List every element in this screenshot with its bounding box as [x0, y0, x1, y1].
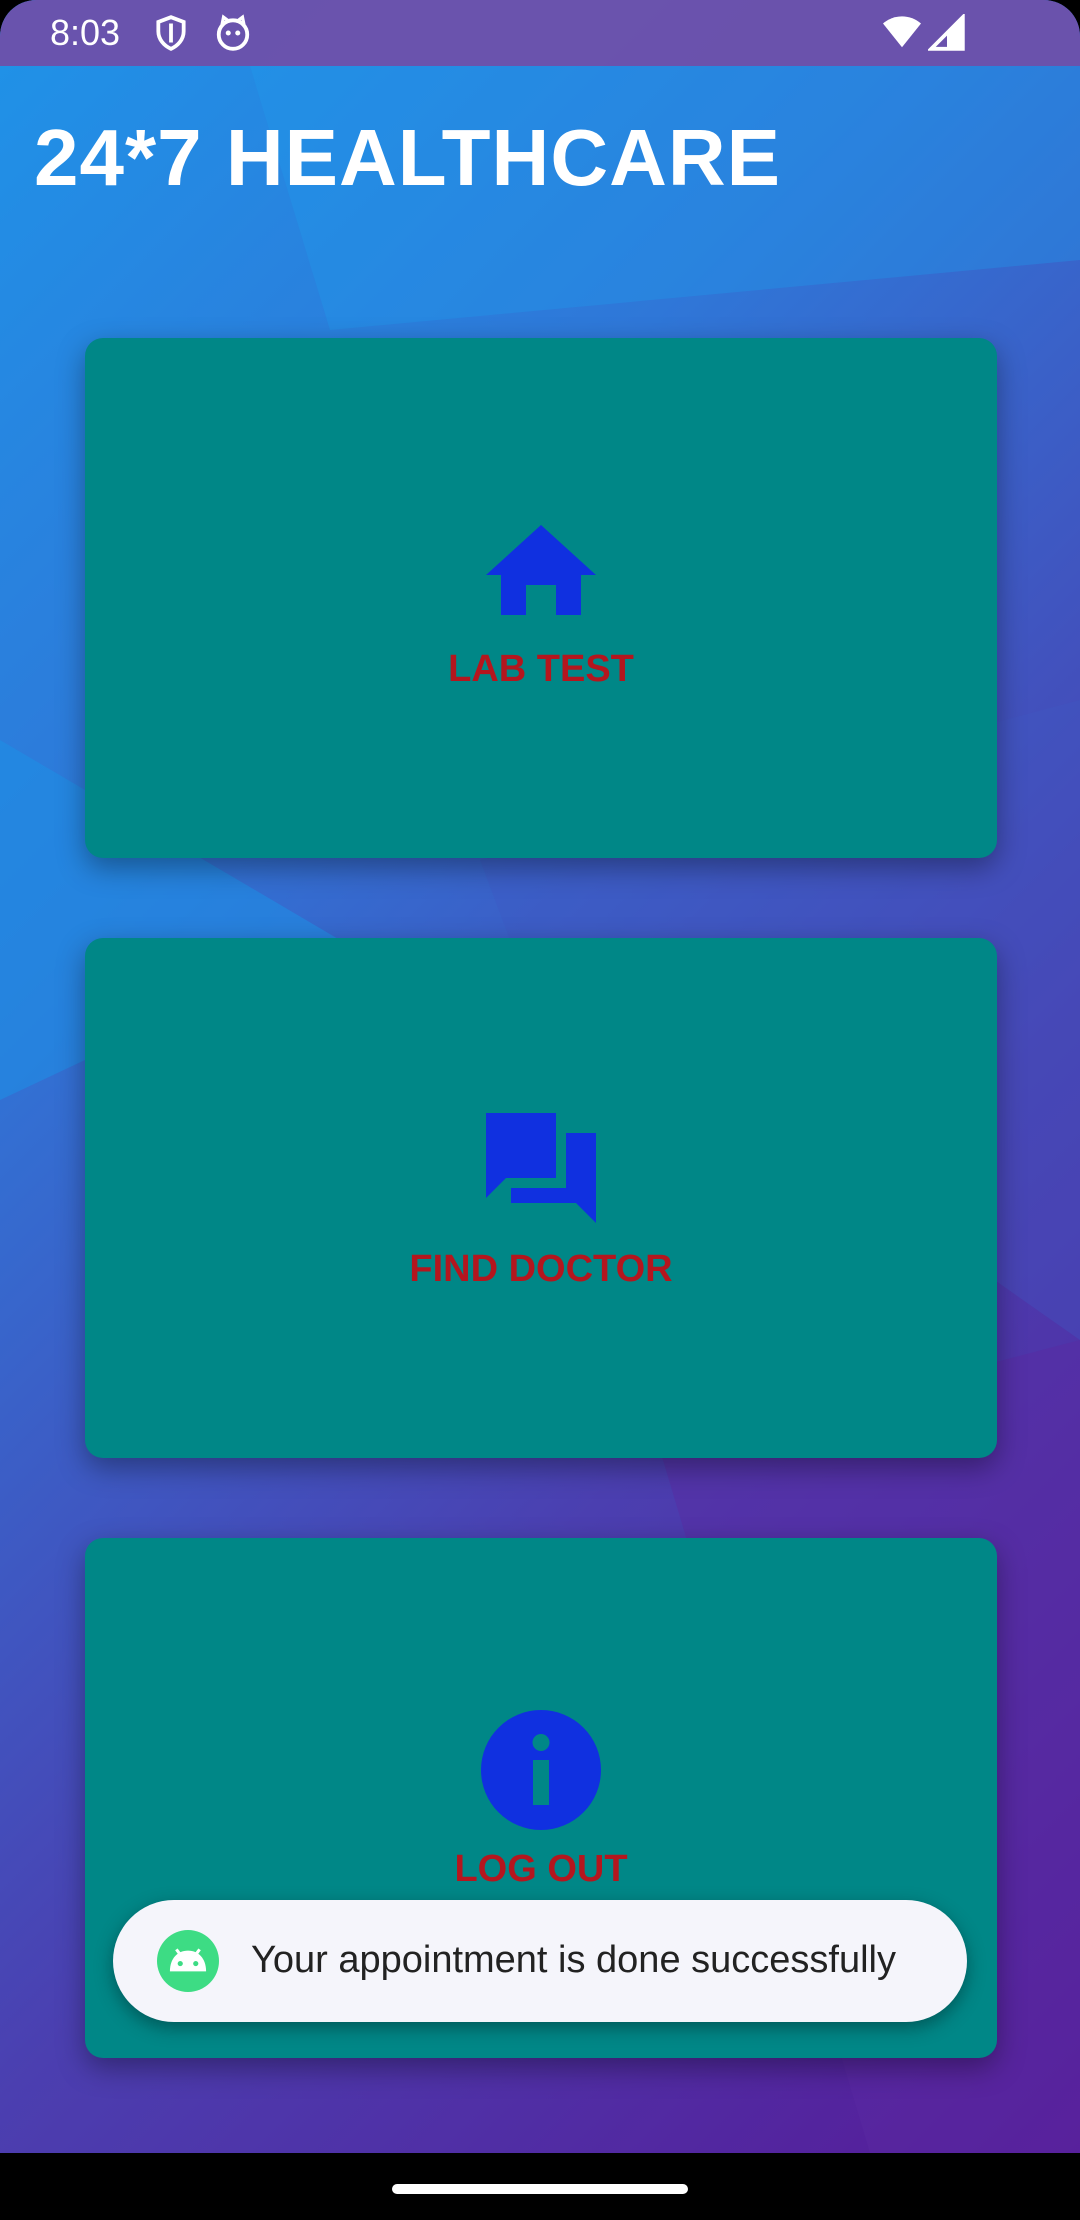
toast-message: Your appointment is done successfully: [251, 1939, 896, 1981]
cat-icon: [216, 14, 250, 51]
find-doctor-card[interactable]: FIND DOCTOR: [85, 938, 997, 1458]
app-title: 24*7 HEALTHCARE: [34, 113, 781, 202]
android-icon: [157, 1930, 219, 1992]
status-bar: 8:03: [0, 0, 1080, 66]
toast-notification: Your appointment is done successfully: [113, 1900, 967, 2022]
shield-icon: [156, 15, 186, 51]
log-out-label: LOG OUT: [454, 1848, 628, 1890]
status-time: 8:03: [50, 12, 121, 53]
lab-test-card[interactable]: LAB TEST: [85, 338, 997, 858]
app-screen: 8:03 24*7 HEALTHCARE LAB TEST FIND DOCTO…: [0, 0, 1080, 2153]
info-icon: [481, 1710, 601, 1830]
cellular-signal-icon: [928, 14, 965, 51]
home-gesture-handle[interactable]: [392, 2184, 688, 2194]
chat-icon: [486, 1113, 596, 1223]
lab-test-label: LAB TEST: [448, 648, 634, 690]
home-icon: [486, 525, 596, 615]
find-doctor-label: FIND DOCTOR: [409, 1248, 673, 1290]
wifi-icon: [883, 16, 921, 48]
